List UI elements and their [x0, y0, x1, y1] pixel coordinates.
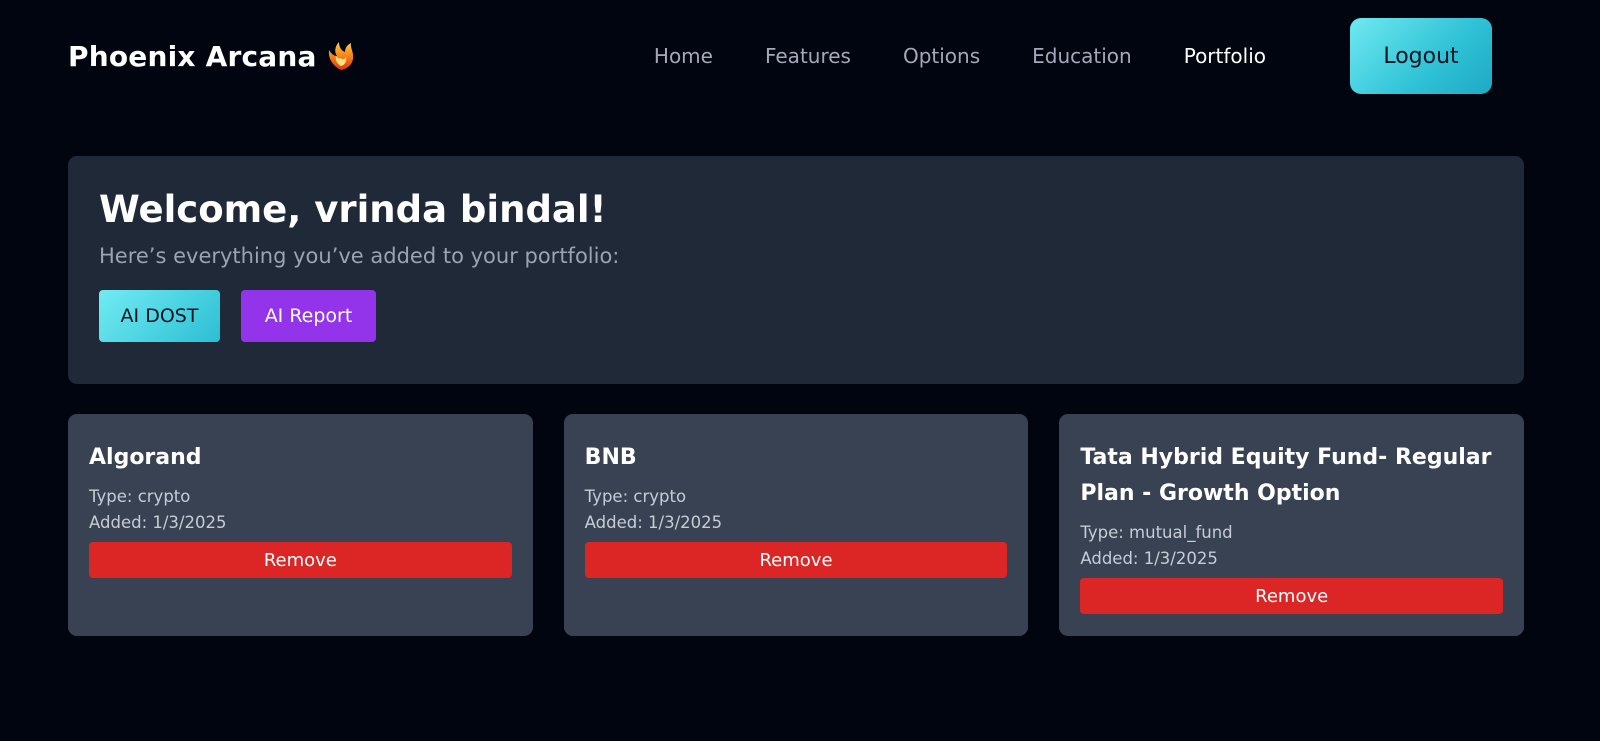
- welcome-panel: Welcome, vrinda bindal! Here’s everythin…: [68, 156, 1524, 384]
- card-meta: Type: mutual_fund Added: 1/3/2025: [1080, 520, 1503, 572]
- remove-button[interactable]: Remove: [1080, 578, 1504, 614]
- card-meta: Type: crypto Added: 1/3/2025: [89, 484, 512, 536]
- phoenix-icon: [328, 42, 353, 70]
- card-type: Type: crypto: [89, 487, 191, 506]
- welcome-subtitle: Here’s everything you’ve added to your p…: [99, 244, 620, 269]
- card-title: Algorand: [89, 445, 202, 470]
- card-added-date: Added: 1/3/2025: [1080, 549, 1218, 568]
- brand-name: Phoenix Arcana: [68, 39, 317, 73]
- nav-links: Home Features Options Education Portfoli…: [602, 44, 1266, 68]
- navbar: Phoenix Arcana Home Features Options Edu…: [68, 18, 1492, 94]
- card-type: Type: crypto: [584, 487, 687, 506]
- nav-options[interactable]: Options: [903, 44, 980, 68]
- remove-button[interactable]: Remove: [89, 542, 512, 578]
- remove-button[interactable]: Remove: [584, 542, 1008, 578]
- card-meta: Type: crypto Added: 1/3/2025: [585, 484, 1008, 536]
- nav-home[interactable]: Home: [654, 44, 713, 68]
- ai-dost-button[interactable]: AI DOST: [99, 290, 220, 343]
- ai-button-row: AI DOST AI Report: [99, 290, 1493, 343]
- card-added-date: Added: 1/3/2025: [584, 513, 723, 532]
- card-title: BNB: [584, 445, 637, 470]
- portfolio-cards: Algorand Type: crypto Added: 1/3/2025 Re…: [68, 414, 1525, 636]
- brand[interactable]: Phoenix Arcana: [68, 38, 359, 74]
- nav-education[interactable]: Education: [1032, 44, 1132, 68]
- portfolio-card: Algorand Type: crypto Added: 1/3/2025 Re…: [68, 414, 533, 636]
- card-title: Tata Hybrid Equity Fund- Regular Plan - …: [1080, 445, 1492, 506]
- card-added-date: Added: 1/3/2025: [89, 513, 227, 532]
- logout-button[interactable]: Logout: [1350, 18, 1492, 94]
- nav-portfolio[interactable]: Portfolio: [1184, 44, 1266, 68]
- welcome-title: Welcome, vrinda bindal!: [99, 188, 607, 231]
- card-type: Type: mutual_fund: [1080, 523, 1233, 542]
- nav-right: Home Features Options Education Portfoli…: [602, 18, 1492, 94]
- portfolio-card: BNB Type: crypto Added: 1/3/2025 Remove: [563, 414, 1029, 636]
- ai-report-button[interactable]: AI Report: [241, 290, 376, 343]
- nav-features[interactable]: Features: [765, 44, 851, 68]
- portfolio-card: Tata Hybrid Equity Fund- Regular Plan - …: [1059, 414, 1525, 636]
